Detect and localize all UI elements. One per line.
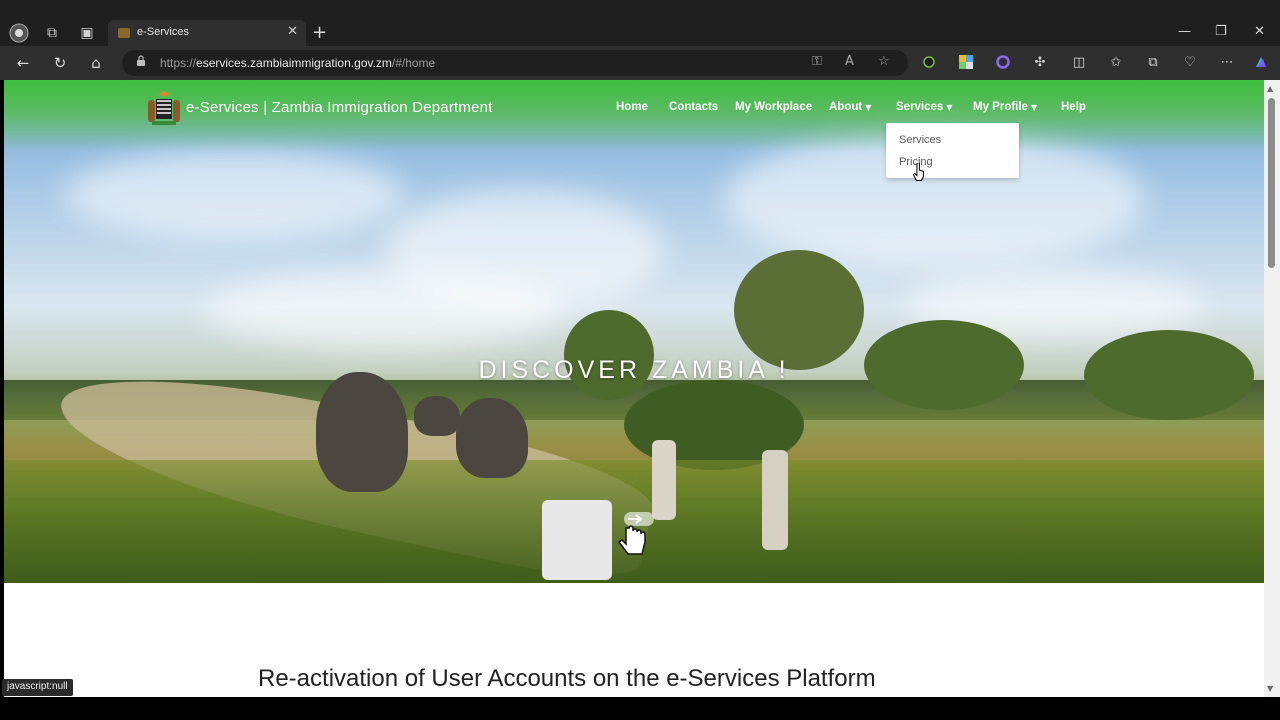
favorites-icon[interactable]: ✩: [1108, 54, 1124, 70]
lock-icon: [137, 55, 145, 66]
services-dropdown: Services Pricing: [886, 123, 1019, 178]
restore-icon[interactable]: ❐: [1215, 24, 1227, 39]
page-viewport: e-Services | Zambia Immigration Departme…: [4, 80, 1264, 697]
favorite-star-icon[interactable]: ☆: [878, 54, 890, 69]
nav-services[interactable]: Services ▼: [896, 101, 952, 113]
read-aloud-icon[interactable]: A: [845, 54, 854, 69]
nav-about-label: About: [829, 101, 863, 113]
url-text: https://eservices.zambiaimmigration.gov.…: [160, 56, 436, 70]
nav-my-profile-label: My Profile: [973, 101, 1028, 113]
more-options-icon[interactable]: ⋯: [1219, 54, 1235, 70]
workspaces-icon[interactable]: ⧉: [41, 22, 63, 44]
site-title[interactable]: e-Services | Zambia Immigration Departme…: [186, 99, 493, 116]
tab-actions-icon[interactable]: ▣: [76, 22, 98, 44]
back-icon[interactable]: ←: [12, 52, 34, 74]
nav-my-workplace[interactable]: My Workplace: [735, 101, 812, 113]
scroll-up-arrow-icon[interactable]: ▲: [1267, 84, 1273, 93]
extension-circle-icon[interactable]: [995, 54, 1011, 70]
window-close-icon[interactable]: ✕: [1254, 24, 1265, 39]
nav-contacts[interactable]: Contacts: [669, 101, 718, 113]
status-bar-link-preview: javascript:null: [2, 679, 73, 696]
hero-banner: e-Services | Zambia Immigration Departme…: [4, 80, 1264, 583]
browser-tab-bar: ⧉ ▣ e-Services ✕ + — ❐ ✕: [0, 0, 1280, 46]
extension-dot-icon[interactable]: [921, 54, 937, 70]
nav-help[interactable]: Help: [1061, 101, 1086, 113]
dropdown-item-services[interactable]: Services: [899, 134, 941, 146]
zambia-coat-of-arms-logo[interactable]: [146, 90, 182, 128]
new-tab-icon[interactable]: +: [312, 22, 327, 43]
hand-pointer-cursor-icon: [913, 163, 924, 181]
window-bottom-edge: [0, 697, 1280, 720]
url-bar[interactable]: https://eservices.zambiaimmigration.gov.…: [122, 50, 908, 76]
refresh-icon[interactable]: ↻: [49, 52, 71, 74]
chevron-down-icon: ▼: [946, 103, 953, 112]
nav-my-profile[interactable]: My Profile ▼: [973, 101, 1037, 113]
nav-about[interactable]: About ▼: [829, 101, 871, 113]
favicon-icon: [118, 28, 130, 38]
chevron-down-icon: ▼: [865, 103, 872, 112]
split-screen-icon[interactable]: ◫: [1071, 54, 1087, 70]
nav-services-label: Services: [896, 101, 944, 113]
hero-headline: DISCOVER ZAMBIA !: [478, 356, 790, 384]
browser-essentials-icon[interactable]: ♡: [1182, 54, 1198, 70]
page-scrollbar[interactable]: ▲ ▼: [1264, 80, 1280, 697]
nav-home[interactable]: Home: [616, 101, 648, 113]
extension-app-icon[interactable]: [958, 54, 974, 70]
address-toolbar: ← ↻ ⌂ https://eservices.zambiaimmigratio…: [0, 46, 1280, 80]
home-icon[interactable]: ⌂: [85, 52, 107, 74]
section-title: Re-activation of User Accounts on the e-…: [258, 665, 876, 692]
profile-icon[interactable]: [8, 22, 30, 44]
extensions-puzzle-icon[interactable]: ✣: [1032, 54, 1048, 70]
collections-icon[interactable]: ⧉: [1145, 54, 1161, 70]
tab-title: e-Services: [137, 26, 189, 38]
scroll-thumb[interactable]: [1268, 98, 1275, 268]
minimize-icon[interactable]: —: [1178, 24, 1191, 39]
scroll-down-arrow-icon[interactable]: ▼: [1267, 684, 1273, 693]
chevron-down-icon: ▼: [1030, 103, 1038, 112]
key-icon[interactable]: ⚿: [812, 54, 822, 69]
tab-eservices[interactable]: e-Services ✕: [108, 20, 306, 46]
copilot-icon[interactable]: [1253, 54, 1269, 70]
swipe-hand-icon: [617, 512, 654, 555]
close-icon[interactable]: ✕: [287, 24, 298, 39]
